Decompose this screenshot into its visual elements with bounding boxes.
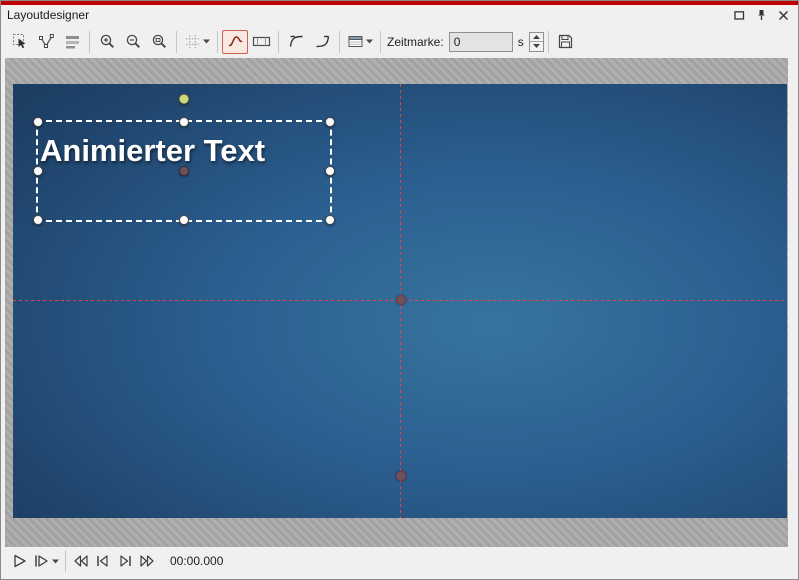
guide-center-handle[interactable] [396,295,406,305]
stepper-up-button[interactable] [529,32,543,41]
stepper-down-button[interactable] [529,41,543,51]
zeitmarke-input[interactable] [448,31,513,52]
zeitmarke-stepper [528,31,544,52]
play-from-marker-button[interactable] [31,551,61,571]
skip-to-end-button[interactable] [114,551,136,571]
toolbar-separator [380,30,381,53]
resize-handle-middle-right[interactable] [325,166,335,176]
grid-button[interactable] [181,30,213,54]
ease-out-icon [288,33,305,50]
ease-out-button[interactable] [283,30,309,54]
play-from-marker-icon [33,553,51,569]
zeitmarke-label: Zeitmarke: [387,34,444,49]
maximize-button[interactable] [730,8,748,23]
toolbar-separator [176,30,177,53]
toolbar-separator [217,30,218,53]
chevron-down-icon [203,39,210,44]
time-display: 00:00.000 [170,554,224,568]
play-icon [11,553,29,569]
rotation-handle[interactable] [178,93,190,105]
zoom-in-button[interactable] [94,30,120,54]
rewind-button[interactable] [70,551,92,571]
zeitmarke-unit-label: s [517,34,524,49]
window-title: Layoutdesigner [7,8,90,22]
fast-forward-button[interactable] [136,551,158,571]
resize-handle-top-right[interactable] [325,117,335,127]
object-list-icon [347,33,364,50]
window-bottom-frame [1,575,798,579]
playback-bar: 00:00.000 [1,547,798,575]
resize-handle-top-left[interactable] [33,117,43,127]
chevron-down-icon [52,559,59,564]
zoom-fit-button[interactable] [146,30,172,54]
maximize-icon [733,10,745,21]
pin-button[interactable] [752,8,770,23]
toolbar-separator [278,30,279,53]
zoom-out-icon [125,33,142,50]
chevron-down-icon [366,39,373,44]
stage-background: Animierter Text [5,58,788,547]
titlebar[interactable]: Layoutdesigner [1,5,798,25]
save-button[interactable] [553,30,579,54]
select-tool-button[interactable] [7,30,33,54]
guide-lower-handle[interactable] [396,471,406,481]
resize-handle-bottom-left[interactable] [33,215,43,225]
toolbar-separator [547,30,549,53]
ease-in-button[interactable] [309,30,335,54]
camera-frame-button[interactable] [248,30,274,54]
skip-to-end-icon [116,553,134,569]
select-tool-icon [12,33,29,50]
zoom-fit-icon [151,33,168,50]
zoom-out-button[interactable] [120,30,146,54]
zoom-in-icon [99,33,116,50]
resize-handle-top-center[interactable] [179,117,189,127]
slide-canvas[interactable]: Animierter Text [13,84,787,518]
rewind-icon [72,553,90,569]
tracks-icon [64,33,81,50]
motion-path-button[interactable] [222,29,248,54]
layoutdesigner-window: Layoutdesigner Zeitmarke: 0 s Animierter… [0,0,799,580]
save-icon [557,33,574,50]
motion-path-icon [227,33,244,50]
toolbar-separator [339,30,340,53]
skip-to-start-button[interactable] [92,551,114,571]
object-list-button[interactable] [344,30,376,54]
grid-icon [184,33,201,50]
curve-nodes-button[interactable] [33,30,59,54]
playbar-separator [65,550,66,572]
fast-forward-icon [138,553,156,569]
close-icon [778,10,789,21]
ease-in-icon [314,33,331,50]
animated-text-object[interactable]: Animierter Text [40,133,265,169]
pin-icon [756,9,767,21]
skip-to-start-icon [94,553,112,569]
resize-handle-bottom-center[interactable] [179,215,189,225]
curve-nodes-icon [38,33,55,50]
resize-handle-bottom-right[interactable] [325,215,335,225]
camera-frame-icon [252,33,271,50]
toolbar-separator [89,30,90,53]
tracks-button[interactable] [59,30,85,54]
play-button[interactable] [9,551,31,571]
close-button[interactable] [774,8,792,23]
toolbar: Zeitmarke: s [1,25,798,58]
